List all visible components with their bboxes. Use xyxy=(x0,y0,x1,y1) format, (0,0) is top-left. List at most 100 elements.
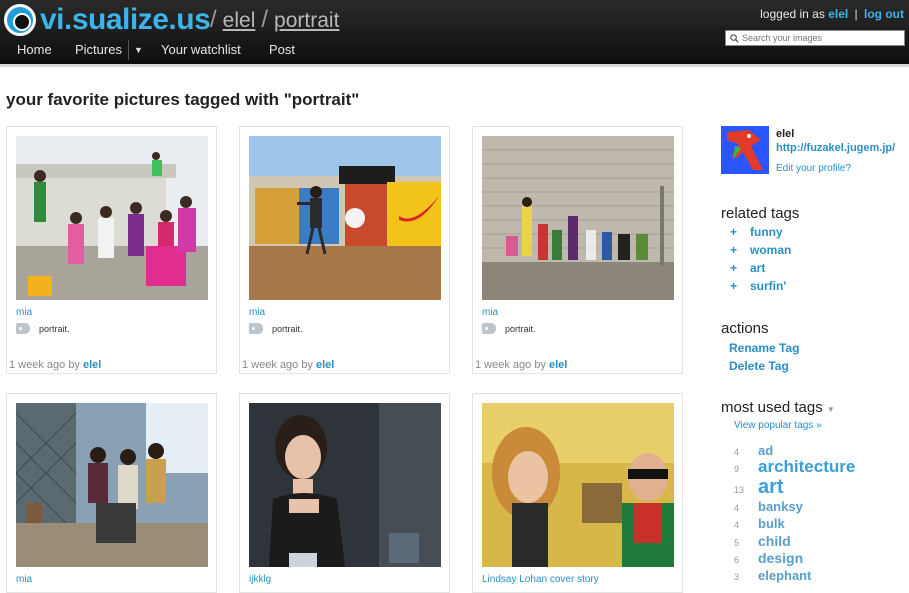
tag-count: 13 xyxy=(734,485,745,495)
picture-time: 1 week ago by xyxy=(242,359,313,371)
picture-owner-link[interactable]: mia xyxy=(16,307,32,318)
tag-icon xyxy=(482,323,496,334)
tag-link[interactable]: portrait. xyxy=(272,324,303,334)
login-status: logged in as elel | log out xyxy=(760,7,904,21)
related-tag-label[interactable]: surfin' xyxy=(750,279,786,293)
picture-tags: portrait. xyxy=(16,323,70,334)
breadcrumb: / elel / portrait xyxy=(204,6,339,34)
pictures-dropdown-icon[interactable]: ▼ xyxy=(128,40,148,60)
most-used-tag-row: 4 ad xyxy=(734,443,773,458)
tag-icon xyxy=(16,323,30,334)
most-used-tag-row: 3 elephant xyxy=(734,568,811,583)
picture-thumbnail[interactable] xyxy=(249,136,441,300)
picture-card: ijkklg xyxy=(239,393,450,593)
add-tag-icon[interactable]: + xyxy=(730,279,750,293)
most-used-tag-row: 5 child xyxy=(734,533,791,549)
picture-owner-link[interactable]: ijkklg xyxy=(249,574,271,585)
tag-count: 6 xyxy=(734,555,740,565)
picture-meta: 1 week ago by elel xyxy=(242,359,334,371)
rename-tag-link[interactable]: Rename Tag xyxy=(729,341,799,355)
picture-user-link[interactable]: elel xyxy=(549,359,567,371)
most-used-tag-link[interactable]: child xyxy=(758,533,791,549)
picture-thumbnail[interactable] xyxy=(249,403,441,567)
add-tag-icon[interactable]: + xyxy=(730,261,750,275)
nav-post[interactable]: Post xyxy=(269,42,295,57)
logged-in-user-link[interactable]: elel xyxy=(828,7,848,21)
related-tag-item[interactable]: + funny xyxy=(730,225,783,239)
most-used-tag-row: 9 architecture xyxy=(734,457,855,477)
picture-user-link[interactable]: elel xyxy=(316,359,334,371)
picture-thumbnail[interactable] xyxy=(482,136,674,300)
picture-card: mia portrait. 1 week ago by elel xyxy=(239,126,450,374)
profile-name: elel xyxy=(776,128,795,140)
tag-icon xyxy=(249,323,263,334)
most-used-tag-link[interactable]: art xyxy=(758,476,784,499)
breadcrumb-tag-link[interactable]: portrait xyxy=(274,9,339,33)
nav-watchlist[interactable]: Your watchlist xyxy=(161,42,241,57)
picture-owner-link[interactable]: Lindsay Lohan cover story xyxy=(482,574,599,585)
picture-card: mia portrait. 1 week ago by elel xyxy=(472,126,683,374)
actions-heading: actions xyxy=(721,320,769,337)
picture-tags: portrait. xyxy=(249,323,303,334)
avatar[interactable] xyxy=(721,126,769,174)
logo-text: vi.sualize.us xyxy=(40,3,211,36)
delete-tag-link[interactable]: Delete Tag xyxy=(729,359,789,373)
most-used-tag-link[interactable]: architecture xyxy=(758,457,855,477)
nav-pictures[interactable]: Pictures xyxy=(75,42,122,57)
picture-time: 1 week ago by xyxy=(9,359,80,371)
caret-down-icon[interactable]: ▼ xyxy=(827,405,835,414)
search-icon xyxy=(730,33,739,43)
profile-url-link[interactable]: http://fuzakel.jugem.jp/ xyxy=(776,142,895,154)
tag-count: 5 xyxy=(734,538,740,548)
breadcrumb-separator: / xyxy=(261,6,269,33)
related-tag-item[interactable]: + surfin' xyxy=(730,279,786,293)
related-tag-label[interactable]: art xyxy=(750,261,765,275)
picture-tags: portrait. xyxy=(482,323,536,334)
tag-count: 4 xyxy=(734,520,740,530)
nav-home[interactable]: Home xyxy=(17,42,52,57)
related-tag-item[interactable]: + art xyxy=(730,261,765,275)
most-used-tag-row: 4 banksy xyxy=(734,499,803,514)
picture-time: 1 week ago by xyxy=(475,359,546,371)
picture-owner-link[interactable]: mia xyxy=(16,574,32,585)
view-popular-tags-link[interactable]: View popular tags » xyxy=(734,420,822,431)
tag-count: 9 xyxy=(734,464,740,474)
most-used-tag-link[interactable]: ad xyxy=(758,443,773,458)
most-used-tags-heading: most used tags ▼ xyxy=(721,399,835,416)
related-tag-item[interactable]: + woman xyxy=(730,243,791,257)
add-tag-icon[interactable]: + xyxy=(730,243,750,257)
logout-link[interactable]: log out xyxy=(864,7,904,21)
breadcrumb-user-link[interactable]: elel xyxy=(223,9,256,33)
most-used-tag-link[interactable]: elephant xyxy=(758,568,811,583)
breadcrumb-separator: / xyxy=(210,6,217,33)
picture-meta: 1 week ago by elel xyxy=(9,359,101,371)
header-divider xyxy=(0,64,909,67)
edit-profile-link[interactable]: Edit your profile? xyxy=(776,163,851,174)
top-header: vi.sualize.us / elel / portrait logged i… xyxy=(0,0,909,64)
picture-owner-link[interactable]: mia xyxy=(249,307,265,318)
most-used-tag-row: 4 bulk xyxy=(734,516,785,531)
picture-user-link[interactable]: elel xyxy=(83,359,101,371)
picture-meta: 1 week ago by elel xyxy=(475,359,567,371)
tag-link[interactable]: portrait. xyxy=(39,324,70,334)
site-logo[interactable]: vi.sualize.us xyxy=(4,3,211,37)
related-tag-label[interactable]: funny xyxy=(750,225,783,239)
most-used-tag-row: 6 design xyxy=(734,550,803,566)
most-used-tag-link[interactable]: design xyxy=(758,550,803,566)
tag-count: 4 xyxy=(734,447,740,457)
eye-logo-icon xyxy=(4,4,36,36)
add-tag-icon[interactable]: + xyxy=(730,225,750,239)
picture-thumbnail[interactable] xyxy=(16,403,208,567)
picture-thumbnail[interactable] xyxy=(482,403,674,567)
most-used-tag-link[interactable]: banksy xyxy=(758,499,803,514)
related-tags-heading: related tags xyxy=(721,205,800,222)
most-used-tag-row: 13 art xyxy=(734,476,784,499)
most-used-tag-link[interactable]: bulk xyxy=(758,516,785,531)
tag-link[interactable]: portrait. xyxy=(505,324,536,334)
login-separator: | xyxy=(854,7,858,21)
related-tag-label[interactable]: woman xyxy=(750,243,791,257)
picture-thumbnail[interactable] xyxy=(16,136,208,300)
picture-owner-link[interactable]: mia xyxy=(482,307,498,318)
search-input[interactable] xyxy=(742,33,892,43)
logged-in-label: logged in as xyxy=(760,7,825,21)
